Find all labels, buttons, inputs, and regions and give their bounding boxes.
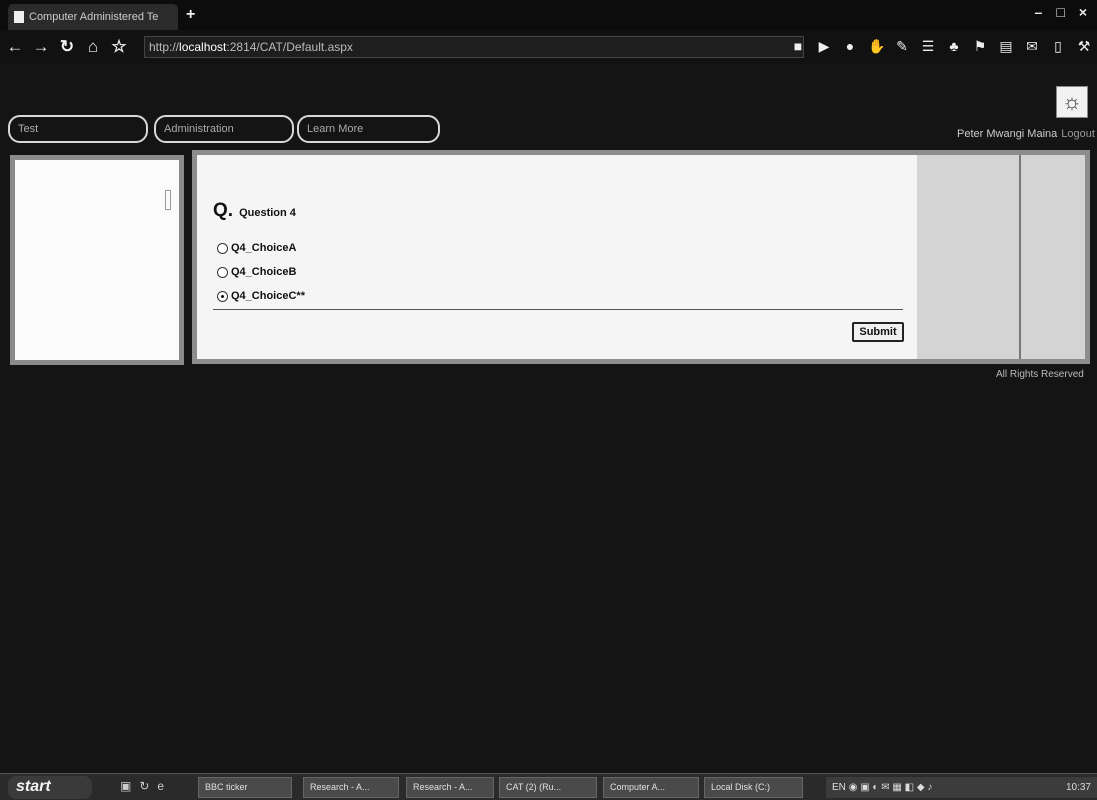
submit-button[interactable]: Submit xyxy=(852,322,904,342)
choice-label: Q4_ChoiceB xyxy=(231,266,297,278)
language-indicator[interactable]: EN xyxy=(832,782,846,793)
minimize-button[interactable]: – xyxy=(1035,4,1043,20)
tag-extension-icon[interactable]: ⚑ xyxy=(972,38,988,54)
url-host: localhost xyxy=(179,40,227,54)
choice-option-b[interactable]: Q4_ChoiceB xyxy=(217,266,296,278)
desktop-icon[interactable]: ▣ xyxy=(120,779,131,793)
panel-scroll-handle[interactable] xyxy=(165,190,171,210)
question-panel: Q. Question 4 Q4_ChoiceA Q4_ChoiceB Q4_C… xyxy=(192,150,1090,364)
new-tab-button[interactable]: + xyxy=(186,6,195,24)
forward-arrow-icon[interactable]: → xyxy=(30,37,52,57)
mail-extension-icon[interactable]: ✉ xyxy=(1024,38,1040,54)
question-divider xyxy=(213,309,903,310)
page-action-icon[interactable]: ■ xyxy=(790,38,806,54)
footer-text: All Rights Reserved xyxy=(996,369,1084,380)
page-menu-icon[interactable]: ▯ xyxy=(1050,38,1066,54)
tab-title: Computer Administered Te xyxy=(29,11,159,23)
home-icon[interactable]: ⌂ xyxy=(82,37,104,57)
quick-launch: ▣ ↻ e xyxy=(120,779,164,793)
url-prefix: http:// xyxy=(149,40,180,54)
logout-link[interactable]: Logout xyxy=(1061,128,1095,140)
question-marker: Q. xyxy=(213,200,234,221)
back-arrow-icon[interactable]: ← xyxy=(4,37,26,57)
browser-tab[interactable]: Computer Administered Te xyxy=(8,4,178,30)
browser-icon[interactable]: e xyxy=(157,779,164,793)
tray-icons[interactable]: ◉ ▣ ◐ ✉ ▦ ◧ ◆ ♪ xyxy=(849,782,933,793)
list-extension-icon[interactable]: ☰ xyxy=(920,38,936,54)
maximize-button[interactable]: □ xyxy=(1056,4,1064,20)
page-favicon-icon xyxy=(14,11,24,23)
leaf-extension-icon[interactable]: ♣ xyxy=(946,38,962,54)
stack-extension-icon[interactable]: ▤ xyxy=(998,38,1014,54)
user-info: Peter Mwangi Maina Logout xyxy=(957,128,1095,140)
close-button[interactable]: × xyxy=(1079,4,1087,20)
choice-label: Q4_ChoiceA xyxy=(231,242,297,254)
reload-icon[interactable]: ↻ xyxy=(56,37,78,57)
circle-extension-icon[interactable]: ● xyxy=(842,38,858,54)
system-tray: EN ◉ ▣ ◐ ✉ ▦ ◧ ◆ ♪ 10:37 xyxy=(826,777,1097,798)
hand-extension-icon[interactable]: ✋ xyxy=(868,38,885,54)
refresh-icon[interactable]: ↻ xyxy=(139,779,149,793)
panel-shaded-column xyxy=(917,155,1085,359)
question-heading: Q. Question 4 xyxy=(213,200,296,222)
left-panel xyxy=(10,155,184,365)
url-path: :2814/CAT/Default.aspx xyxy=(226,40,353,54)
choice-option-c[interactable]: Q4_ChoiceC** xyxy=(217,290,305,302)
nav-administration-link[interactable]: Administration xyxy=(154,115,294,143)
nav-learn-more-link[interactable]: Learn More xyxy=(297,115,440,143)
feather-extension-icon[interactable]: ✎ xyxy=(894,38,910,54)
nav-test-link[interactable]: Test xyxy=(8,115,148,143)
user-name: Peter Mwangi Maina xyxy=(957,128,1058,140)
choice-option-a[interactable]: Q4_ChoiceA xyxy=(217,242,296,254)
address-bar[interactable]: http://localhost:2814/CAT/Default.aspx xyxy=(144,36,804,58)
extension-icons: ■ ▶ ● ✋ ✎ ☰ ♣ ⚑ ▤ ✉ ▯ ⚒ xyxy=(790,38,1092,54)
play-icon[interactable]: ▶ xyxy=(816,38,832,54)
taskbar-button[interactable]: Research - A... xyxy=(303,777,399,798)
taskbar-button[interactable]: BBC ticker xyxy=(198,777,292,798)
radio-button[interactable] xyxy=(217,242,228,254)
window-controls: – □ × xyxy=(1035,4,1087,20)
choice-label: Q4_ChoiceC** xyxy=(231,290,305,302)
browser-tabstrip: Computer Administered Te + – □ × xyxy=(0,0,1097,30)
taskbar-button[interactable]: Local Disk (C:) xyxy=(704,777,803,798)
question-title: Question 4 xyxy=(239,207,296,219)
wrench-menu-icon[interactable]: ⚒ xyxy=(1076,38,1092,54)
start-button[interactable]: start xyxy=(8,776,92,799)
taskbar-button[interactable]: CAT (2) (Ru... xyxy=(499,777,597,798)
taskbar-button[interactable]: Research - A... xyxy=(406,777,494,798)
settings-gear-icon[interactable]: ☼ xyxy=(1056,86,1088,118)
radio-button-selected[interactable] xyxy=(217,290,228,302)
radio-button[interactable] xyxy=(217,266,228,278)
panel-column-divider xyxy=(1019,155,1021,359)
bookmark-star-icon[interactable]: ☆ xyxy=(108,37,130,57)
clock[interactable]: 10:37 xyxy=(1066,777,1091,798)
windows-taskbar: start ▣ ↻ e BBC ticker Research - A... R… xyxy=(0,773,1097,800)
taskbar-button[interactable]: Computer A... xyxy=(603,777,699,798)
